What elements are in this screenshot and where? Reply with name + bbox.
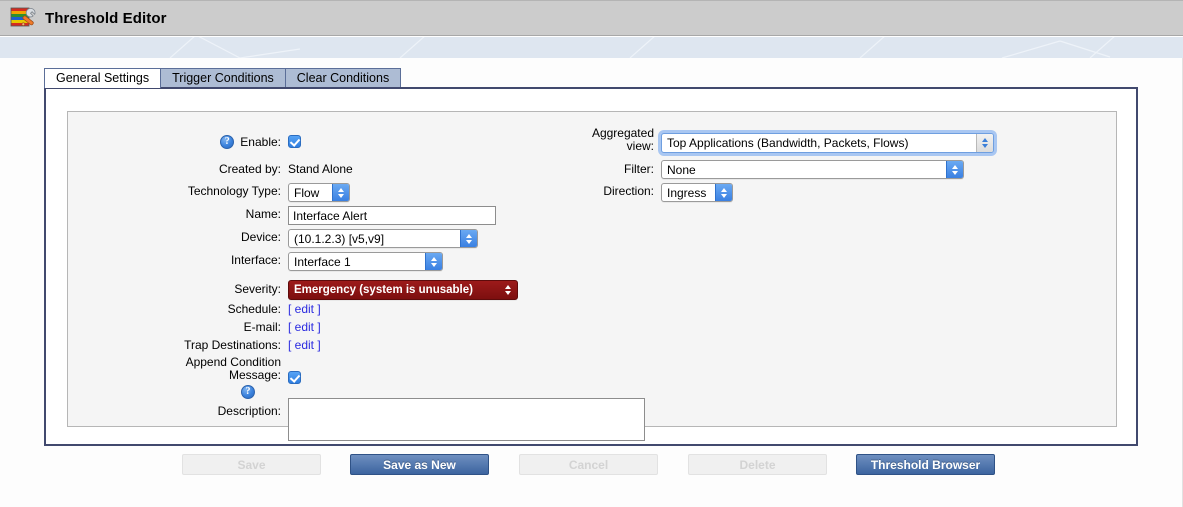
row-enable: ? Enable: (68, 135, 281, 149)
row-aggregated-view: Aggregated view: (523, 127, 654, 153)
technology-type-stepper-icon[interactable] (332, 184, 349, 201)
severity-select[interactable]: Emergency (system is unusable) (288, 280, 518, 300)
direction-select-wrap: Ingress (661, 183, 733, 202)
created-by-value-wrap: Stand Alone (288, 162, 353, 176)
name-label: Name: (245, 207, 281, 221)
aggregated-view-select[interactable]: Top Applications (Bandwidth, Packets, Fl… (661, 133, 994, 153)
page-body: General Settings Trigger Conditions Clea… (0, 58, 1183, 507)
tab-clear-conditions[interactable]: Clear Conditions (284, 68, 402, 88)
button-bar: Save Save as New Cancel Delete Threshold… (0, 454, 1183, 484)
row-name: Name: (68, 207, 281, 221)
technology-type-select-wrap: Flow (288, 183, 350, 202)
enable-checkbox[interactable] (288, 135, 301, 148)
description-label: Description: (217, 404, 281, 418)
tab-strip: General Settings Trigger Conditions Clea… (44, 68, 402, 88)
filter-stepper-icon[interactable] (946, 161, 963, 178)
row-trap-destinations: Trap Destinations: (68, 338, 281, 352)
settings-panel: ? Enable: Created by: Stand Alone Techno… (44, 87, 1138, 446)
interface-value: Interface 1 (294, 254, 351, 269)
direction-label: Direction: (603, 184, 654, 198)
row-created-by: Created by: (68, 162, 281, 176)
direction-select[interactable]: Ingress (661, 183, 733, 202)
append-condition-message-label-line2: Message: (228, 368, 281, 382)
schedule-edit-link[interactable]: [ edit ] (288, 302, 321, 316)
email-label: E-mail: (243, 320, 281, 334)
window-titlebar: Threshold Editor (0, 0, 1183, 36)
device-select-wrap: (10.1.2.3) [v5,v9] (288, 229, 478, 248)
direction-value: Ingress (667, 185, 707, 200)
row-email: E-mail: (68, 320, 281, 334)
threshold-browser-button[interactable]: Threshold Browser (856, 454, 995, 475)
row-technology-type: Technology Type: (68, 184, 281, 198)
email-link-wrap: [ edit ] (288, 320, 321, 334)
trap-destinations-label: Trap Destinations: (184, 338, 281, 352)
technology-type-label: Technology Type: (187, 184, 281, 198)
description-textarea[interactable] (288, 398, 645, 441)
row-direction: Direction: (523, 184, 654, 198)
row-description: Description: (68, 404, 281, 418)
row-schedule: Schedule: (68, 302, 281, 316)
row-severity: Severity: (68, 282, 281, 296)
append-condition-message-checkbox[interactable] (288, 371, 301, 384)
name-input-wrap (288, 206, 496, 225)
created-by-value: Stand Alone (288, 162, 353, 176)
filter-select-wrap: None (661, 160, 964, 179)
aggregated-view-stepper-icon[interactable] (976, 134, 993, 152)
tab-trigger-conditions[interactable]: Trigger Conditions (160, 68, 286, 88)
severity-select-wrap: Emergency (system is unusable) (288, 280, 518, 300)
device-stepper-icon[interactable] (460, 230, 477, 247)
filter-value: None (667, 162, 696, 177)
decorative-banner (0, 37, 1183, 58)
severity-label: Severity: (234, 282, 281, 296)
severity-stepper-icon[interactable] (499, 281, 517, 299)
enable-help-icon[interactable]: ? (220, 135, 235, 149)
cancel-button[interactable]: Cancel (519, 454, 658, 475)
row-filter: Filter: (523, 162, 654, 176)
trap-destinations-edit-link[interactable]: [ edit ] (288, 338, 321, 352)
trap-destinations-link-wrap: [ edit ] (288, 338, 321, 352)
delete-button[interactable]: Delete (688, 454, 827, 475)
threshold-editor-icon (9, 6, 37, 30)
tab-general-settings[interactable]: General Settings (44, 68, 162, 88)
interface-select-wrap: Interface 1 (288, 252, 443, 271)
name-input[interactable] (288, 206, 496, 225)
device-select[interactable]: (10.1.2.3) [v5,v9] (288, 229, 478, 248)
save-button[interactable]: Save (182, 454, 321, 475)
enable-checkbox-wrap (288, 135, 301, 148)
row-append-condition-message: Append Condition Message: ? (68, 356, 281, 399)
save-as-new-button[interactable]: Save as New (350, 454, 489, 475)
row-interface: Interface: (68, 253, 281, 267)
interface-select[interactable]: Interface 1 (288, 252, 443, 271)
direction-stepper-icon[interactable] (715, 184, 732, 201)
filter-label: Filter: (624, 162, 654, 176)
severity-value: Emergency (system is unusable) (294, 284, 473, 296)
schedule-label: Schedule: (227, 302, 281, 316)
enable-label: Enable: (240, 135, 281, 149)
technology-type-select[interactable]: Flow (288, 183, 350, 202)
technology-type-value: Flow (294, 185, 320, 200)
email-edit-link[interactable]: [ edit ] (288, 320, 321, 334)
interface-label: Interface: (230, 253, 281, 267)
filter-select[interactable]: None (661, 160, 964, 179)
interface-stepper-icon[interactable] (425, 253, 442, 270)
description-textarea-wrap (288, 398, 645, 441)
aggregated-view-value: Top Applications (Bandwidth, Packets, Fl… (667, 136, 909, 150)
device-value: (10.1.2.3) [v5,v9] (294, 231, 385, 246)
append-condition-message-help-icon[interactable]: ? (241, 385, 255, 399)
device-label: Device: (240, 230, 281, 244)
row-device: Device: (68, 230, 281, 244)
created-by-label: Created by: (218, 162, 281, 176)
schedule-link-wrap: [ edit ] (288, 302, 321, 316)
aggregated-view-select-wrap: Top Applications (Bandwidth, Packets, Fl… (661, 133, 994, 153)
settings-inner-panel: ? Enable: Created by: Stand Alone Techno… (67, 111, 1117, 441)
append-condition-message-checkbox-wrap (288, 371, 301, 384)
aggregated-view-label-line2: view: (626, 139, 654, 153)
window-title: Threshold Editor (45, 9, 167, 27)
